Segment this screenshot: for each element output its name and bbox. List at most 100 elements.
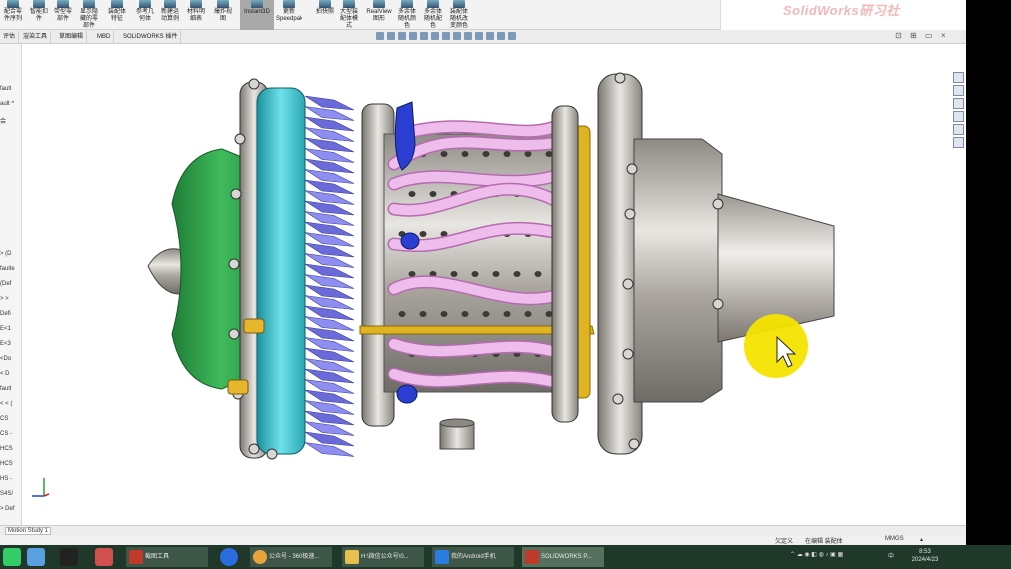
ribbon-button-15[interactable]: 多余体 随机配 色 — [420, 0, 446, 30]
bolt — [624, 208, 636, 220]
oc-app-icon[interactable] — [60, 548, 78, 566]
input-language[interactable]: 中 — [888, 551, 894, 560]
ribbon-button-label: 配合零 件序列 — [3, 9, 22, 22]
k-app-icon[interactable] — [220, 548, 238, 566]
tile-icon[interactable]: ⊞ — [910, 31, 917, 40]
tree-item[interactable]: < < ( — [0, 401, 12, 407]
cloud-app-icon[interactable] — [27, 548, 45, 566]
tab-render-tools[interactable]: 渲染工具 — [20, 31, 52, 43]
ribbon-command-icon — [251, 0, 263, 8]
home-icon[interactable] — [953, 72, 964, 83]
zoom-to-fit-icon[interactable] — [376, 32, 384, 40]
taskbar-app-solidworks[interactable]: SOLIDWORKS P... — [522, 547, 604, 567]
custom-properties-icon[interactable] — [953, 137, 964, 148]
tree-item[interactable]: CS — [0, 416, 8, 422]
tree-item[interactable]: HCS — [0, 461, 13, 467]
maximize-icon[interactable]: ▭ — [925, 31, 933, 40]
ribbon-button-13[interactable]: RealView 图形 — [366, 0, 392, 30]
view-orientation-icon[interactable] — [431, 32, 439, 40]
hide-show-items-icon[interactable] — [453, 32, 461, 40]
ribbon-button-label: 智能扣 件 — [29, 9, 48, 22]
apply-scene-icon[interactable] — [475, 32, 483, 40]
ribbon-button-16[interactable]: 装配体 随机改 变颜色 — [446, 0, 472, 30]
tree-item[interactable]: ault ^ — [0, 101, 14, 107]
camera-app-icon[interactable] — [95, 548, 113, 566]
ribbon-button-7[interactable]: 材料明 细表 — [183, 0, 209, 30]
ribbon-button-14[interactable]: 多余体 随机颜 色 — [394, 0, 420, 30]
tree-item[interactable]: HCS — [0, 446, 13, 452]
tab-sketch-edit[interactable]: 草图编辑 — [56, 31, 88, 43]
tray-icons[interactable]: ⌃ ☁ ◉ ◧ ◍ ♪ ▣ ▦ — [790, 551, 843, 558]
ribbon-button-5[interactable]: 参考几 何体 — [132, 0, 158, 30]
bolt — [266, 448, 278, 460]
engine-model-view — [32, 72, 835, 497]
monitor-icon[interactable] — [508, 32, 516, 40]
taskbar-app-browser[interactable]: 公众号 - 360极速... — [250, 547, 332, 567]
taskbar-app-phone[interactable]: 我的Android手机 — [432, 547, 514, 567]
liner-hole — [440, 311, 448, 317]
ribbon-button-12[interactable]: 大型装 配体模 式 — [336, 0, 362, 30]
ribbon-button-11[interactable]: 拍快照 — [312, 0, 338, 30]
ribbon-command-icon — [427, 0, 439, 8]
status-underdefined: 欠定义 — [775, 539, 794, 545]
taskbar-app-snipping[interactable]: 截图工具 — [126, 547, 208, 567]
design-library-icon[interactable] — [953, 85, 964, 96]
appearances-icon[interactable] — [953, 124, 964, 135]
dynamic-annotation-icon[interactable] — [420, 32, 428, 40]
zoom-area-icon[interactable] — [387, 32, 395, 40]
previous-view-icon[interactable] — [398, 32, 406, 40]
feature-manager-tree[interactable]: fault ault ^ 会 > (D faulte (Def > > Defi E<1 E<3 <… — [0, 44, 22, 525]
ribbon-button-3[interactable]: 显示隐 藏的零 部件 — [76, 0, 102, 30]
ribbon-button-8[interactable]: 爆炸视 图 — [210, 0, 236, 30]
status-arrow-icon[interactable]: ▴ — [920, 536, 923, 543]
file-explorer-icon[interactable] — [953, 98, 964, 109]
tab-solidworks-addins[interactable]: SOLIDWORKS 插件 — [120, 31, 182, 43]
liner-hole — [513, 271, 521, 277]
taskbar-app-folder[interactable]: H:\微信公众号\0... — [342, 547, 424, 567]
tree-item[interactable]: faulte — [0, 266, 15, 272]
section-view-icon[interactable] — [409, 32, 417, 40]
ribbon-button-6[interactable]: 新建运 动算例 — [157, 0, 183, 30]
display-pane-icon[interactable] — [497, 32, 505, 40]
tree-item[interactable]: fault — [0, 386, 11, 392]
tree-item[interactable]: E<3 — [0, 341, 11, 347]
close-icon[interactable]: × — [941, 31, 946, 40]
ribbon-button-1[interactable]: 智能扣 件 — [26, 0, 52, 30]
tab-evaluate[interactable]: 评估 — [0, 31, 20, 43]
tree-item[interactable]: fault — [0, 86, 11, 92]
tree-item[interactable]: > Def — [0, 506, 15, 512]
start-icon[interactable] — [3, 548, 21, 566]
tree-item[interactable]: CS - — [0, 431, 12, 437]
view-palette-icon[interactable] — [953, 111, 964, 122]
system-clock[interactable]: 8:53 2024/4/23 — [905, 548, 945, 564]
tree-item[interactable]: > > — [0, 296, 9, 302]
display-style-icon[interactable] — [442, 32, 450, 40]
ribbon-button-9[interactable]: Instant3D — [240, 0, 274, 30]
solidworks-window: 配合零 件序列 智能扣 件带型零 部件 显示隐 藏的零 部件 装配体 特征 参考几 何体… — [0, 0, 966, 545]
tree-item[interactable]: <Do — [0, 356, 11, 362]
tree-item[interactable]: 会 — [0, 116, 6, 125]
graphics-area[interactable] — [22, 44, 953, 525]
ribbon-button-2[interactable]: 带型零 部件 — [50, 0, 76, 30]
ribbon-button-10[interactable]: 更新 Speedpak — [276, 0, 302, 30]
liner-hole — [545, 151, 553, 157]
tab-mbd[interactable]: MBD — [94, 31, 115, 43]
tree-item[interactable]: HS - — [0, 476, 12, 482]
snipping-tool-icon — [129, 550, 143, 564]
restore-icon[interactable]: ⊡ — [895, 31, 902, 40]
tree-item[interactable]: S4S/ — [0, 491, 13, 497]
tree-item[interactable]: > (D — [0, 251, 12, 257]
ribbon-button-0[interactable]: 配合零 件序列 — [0, 0, 26, 30]
edit-appearance-icon[interactable] — [464, 32, 472, 40]
tree-item[interactable]: Defi — [0, 311, 11, 317]
ribbon-command-icon — [33, 0, 45, 8]
ribbon-button-4[interactable]: 装配体 特征 — [104, 0, 130, 30]
view-settings-icon[interactable] — [486, 32, 494, 40]
tree-item[interactable]: E<1 — [0, 326, 11, 332]
tree-item[interactable]: (Def — [0, 281, 11, 287]
motion-study-tab[interactable]: Motion Study 1 — [5, 527, 52, 535]
tree-item[interactable]: < D — [0, 371, 10, 377]
gold-fitting-2 — [227, 379, 249, 395]
status-units[interactable]: MMGS — [885, 536, 904, 542]
liner-hole — [492, 271, 500, 277]
